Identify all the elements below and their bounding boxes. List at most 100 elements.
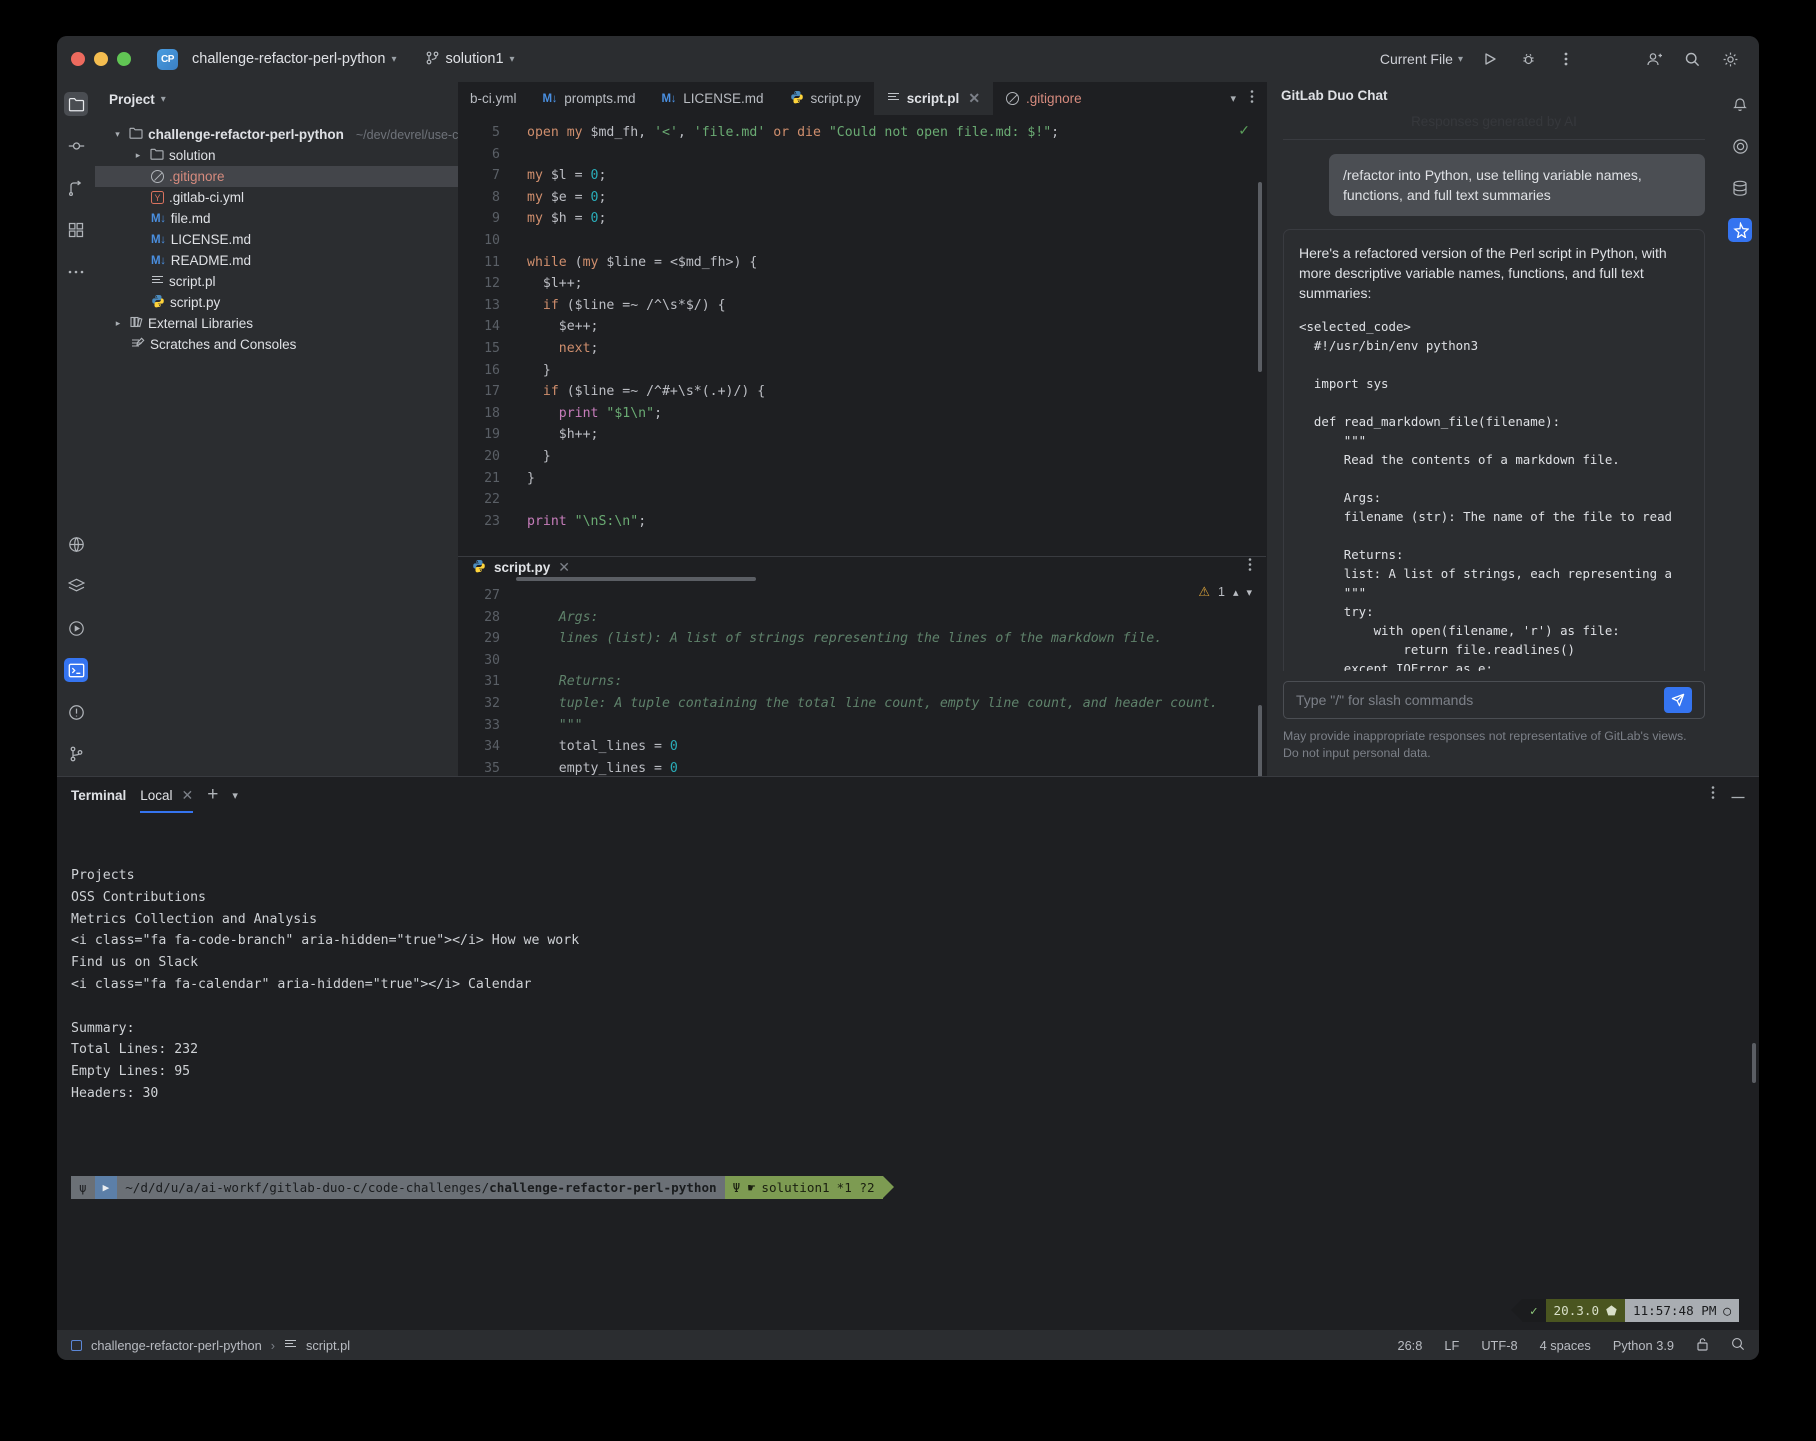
code-line[interactable]: total_lines = 0 [527,736,1266,758]
close-terminal-tab-icon[interactable]: ✕ [182,787,194,804]
database-icon[interactable] [1728,176,1752,200]
breadcrumb-project[interactable]: challenge-refactor-perl-python [91,1338,262,1353]
duo-chat-messages[interactable]: /refactor into Python, use telling varia… [1267,139,1721,671]
editor-tab-prompts-md[interactable]: M↓ prompts.md [530,82,649,115]
code-line[interactable]: $l++; [527,273,1266,295]
run-icon[interactable] [1479,48,1501,70]
perl-editor-vertical-scrollbar[interactable] [1258,182,1262,372]
code-line[interactable]: Returns: [527,671,1266,693]
tree-item-scratches-and-consoles[interactable]: Scratches and Consoles [95,334,458,355]
chevron-down-icon[interactable]: ▾ [232,789,238,802]
code-line[interactable]: $h++; [527,424,1266,446]
next-problem-icon[interactable]: ▾ [1246,586,1252,599]
more-vertical-icon[interactable] [1248,557,1252,577]
settings-gear-icon[interactable] [1719,48,1741,70]
search-everywhere-icon[interactable] [1681,48,1703,70]
code-line[interactable]: my $e = 0; [527,187,1266,209]
python-editor-pane[interactable]: ⚠ 1 ▴ ▾ 27282930313233343536373839404142… [458,577,1266,776]
code-line[interactable] [527,230,1266,252]
python-interpreter[interactable]: Python 3.9 [1613,1338,1674,1353]
gitlab-duo-chat-toggle-icon[interactable] [1728,218,1752,242]
tree-item-script-pl[interactable]: script.pl [95,271,458,292]
perl-editor-pane[interactable]: ✓ 567891011121314151617181920212223 open… [458,116,1266,556]
project-selector[interactable]: CP challenge-refactor-perl-python ▾ [151,46,402,73]
python-code-content[interactable]: 272829303132333435363738394041424344 Arg… [458,577,1266,776]
more-tool-windows-icon[interactable] [64,260,88,284]
code-line[interactable]: next; [527,338,1266,360]
code-line[interactable]: } [527,446,1266,468]
code-line[interactable]: if ($line =~ /^\s*$/) { [527,295,1266,317]
editor-tab-license-md[interactable]: M↓ LICENSE.md [649,82,777,115]
run-configuration-selector[interactable]: Current File ▾ [1380,51,1463,67]
code-line[interactable]: my $h = 0; [527,208,1266,230]
code-line[interactable]: if ($line =~ /^#+\s*(.+)/) { [527,381,1266,403]
code-line[interactable]: my $l = 0; [527,165,1266,187]
editor-tab-gitlab-ci-yml[interactable]: b-ci.yml [458,82,530,115]
indent-setting[interactable]: 4 spaces [1540,1338,1591,1353]
structure-tool-icon[interactable] [64,218,88,242]
python-editor-horizontal-scrollbar[interactable] [516,577,756,581]
previous-problem-icon[interactable]: ▴ [1233,586,1239,599]
terminal-tab-local[interactable]: Local ✕ [140,777,193,813]
python-inspection-widget[interactable]: ⚠ 1 ▴ ▾ [1198,584,1252,600]
expand-arrow-icon[interactable]: ▾ [111,129,124,140]
code-line[interactable]: lines (list): A list of strings represen… [527,628,1266,650]
caret-position[interactable]: 26:8 [1397,1338,1422,1353]
code-line[interactable]: empty_lines = 0 [527,758,1266,777]
maximize-window-button[interactable] [117,52,131,66]
perl-source-text[interactable]: open my $md_fh, '<', 'file.md' or die "C… [511,122,1266,532]
notifications-icon[interactable] [1728,92,1752,116]
inspections-icon[interactable] [1731,1337,1745,1354]
code-line[interactable]: open my $md_fh, '<', 'file.md' or die "C… [527,122,1266,144]
breadcrumb-file[interactable]: script.pl [306,1338,350,1353]
expand-arrow-icon[interactable]: ▸ [111,318,125,329]
editor-tab-script-py[interactable]: script.py [777,82,874,115]
tree-item-license-md[interactable]: M↓ LICENSE.md [95,229,458,250]
code-line[interactable] [527,585,1266,607]
code-line[interactable]: } [527,468,1266,490]
tree-item-gitlab-ci-yml[interactable]: Y .gitlab-ci.yml [95,187,458,208]
pull-requests-tool-icon[interactable] [64,176,88,200]
terminal-tool-icon[interactable] [64,658,88,682]
more-actions-icon[interactable] [1555,48,1577,70]
problems-tool-icon[interactable] [64,700,88,724]
services-tool-icon[interactable] [64,574,88,598]
branch-selector[interactable]: solution1 ▾ [420,48,520,71]
code-line[interactable]: $e++; [527,316,1266,338]
project-panel-header[interactable]: Project ▾ [95,82,458,116]
tree-item-file-md[interactable]: M↓ file.md [95,208,458,229]
tree-item-external-libraries[interactable]: ▸ External Libraries [95,313,458,334]
minimize-icon[interactable] [1731,786,1745,804]
terminal-scrollbar[interactable] [1752,1043,1756,1083]
git-tool-icon[interactable] [64,742,88,766]
tree-item-gitignore[interactable]: .gitignore [95,166,458,187]
editor-tab-gitignore[interactable]: .gitignore [993,82,1095,115]
code-line[interactable] [527,144,1266,166]
python-editor-vertical-scrollbar[interactable] [1258,705,1262,776]
close-tab-icon[interactable]: ✕ [558,559,570,576]
unlocked-icon[interactable] [1696,1337,1709,1354]
code-line[interactable]: print "$1\n"; [527,403,1266,425]
code-line[interactable]: """ [527,715,1266,737]
plus-icon[interactable]: + [207,784,218,806]
chevron-down-icon[interactable]: ▾ [1230,92,1236,105]
perl-code-content[interactable]: 567891011121314151617181920212223 open m… [458,116,1266,532]
plugins-tool-icon[interactable] [64,532,88,556]
editor-tab-script-pl[interactable]: script.pl ✕ [874,82,993,115]
more-vertical-icon[interactable] [1250,89,1254,109]
code-line[interactable]: tuple: A tuple containing the total line… [527,693,1266,715]
commit-tool-icon[interactable] [64,134,88,158]
code-line[interactable] [527,650,1266,672]
expand-arrow-icon[interactable]: ▸ [131,150,145,161]
code-line[interactable]: print "\nS:\n"; [527,511,1266,533]
python-source-text[interactable]: Args: lines (list): A list of strings re… [511,585,1266,776]
tree-item-challenge-refactor-perl-python[interactable]: ▾ challenge-refactor-perl-python ~/dev/d… [95,124,458,145]
code-line[interactable]: Args: [527,607,1266,629]
more-vertical-icon[interactable] [1711,785,1715,805]
project-tool-icon[interactable] [64,92,88,116]
tree-item-script-py[interactable]: script.py [95,292,458,313]
account-icon[interactable] [1643,48,1665,70]
terminal-output[interactable]: Projects OSS Contributions Metrics Colle… [57,813,1759,1330]
send-icon[interactable] [1664,687,1692,713]
code-line[interactable] [527,489,1266,511]
